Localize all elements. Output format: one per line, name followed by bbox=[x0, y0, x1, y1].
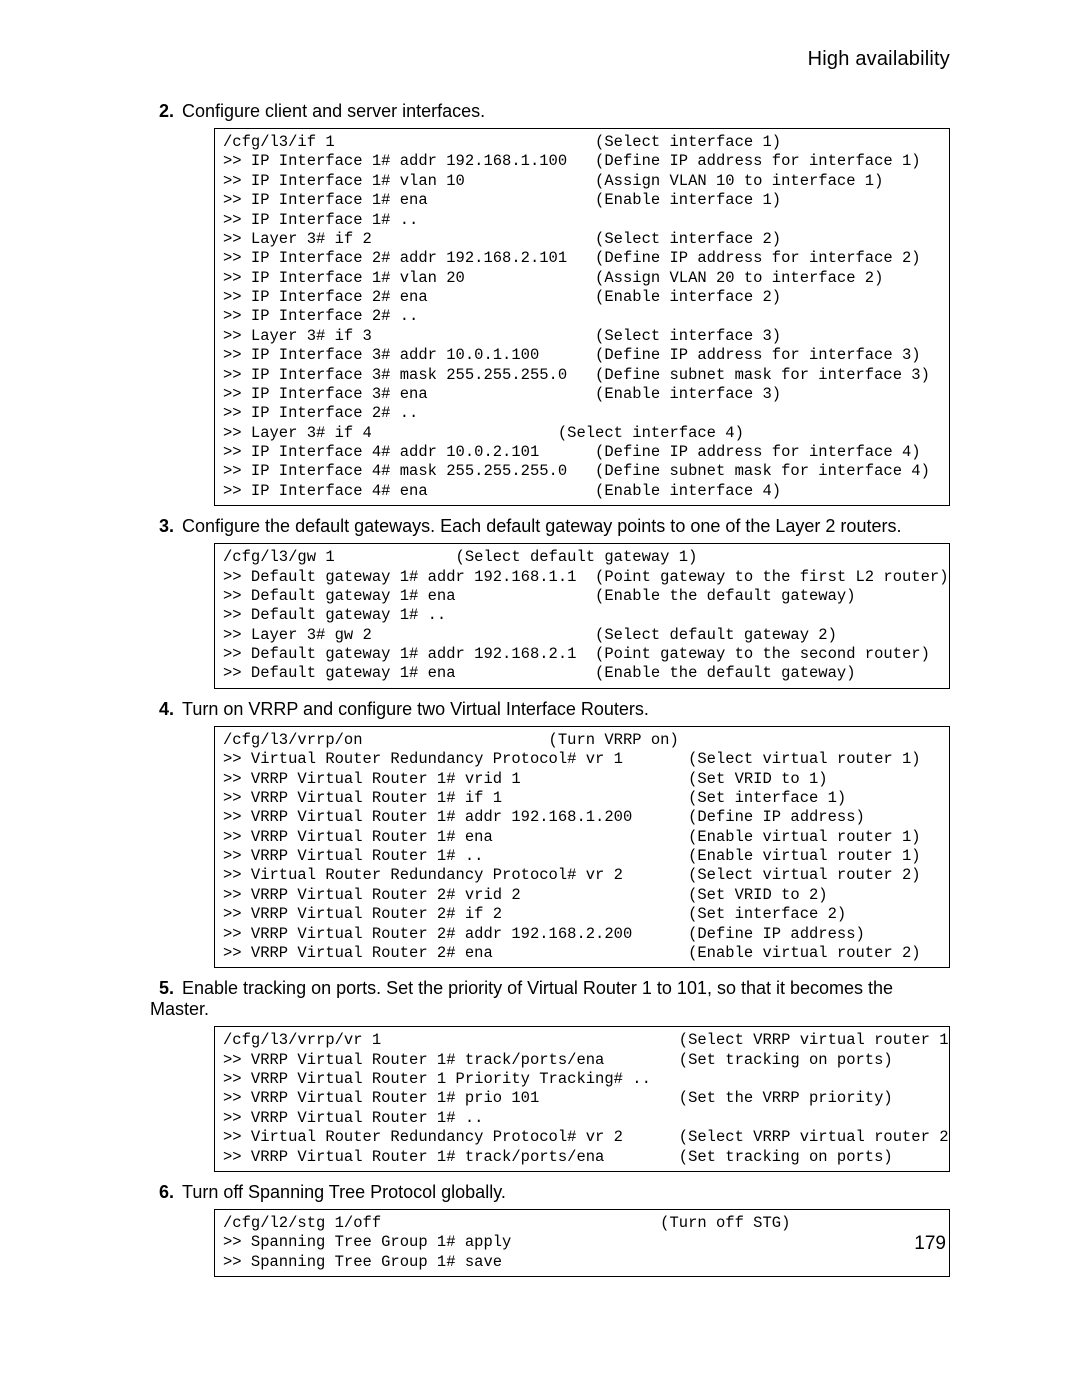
code-line: >> VRRP Virtual Router 1# ena (Enable vi… bbox=[223, 828, 941, 847]
code-line: >> IP Interface 1# vlan 20 (Assign VLAN … bbox=[223, 269, 941, 288]
code-line: >> IP Interface 3# mask 255.255.255.0 (D… bbox=[223, 366, 941, 385]
code-line: >> Virtual Router Redundancy Protocol# v… bbox=[223, 750, 941, 769]
step-number: 4. bbox=[150, 699, 174, 720]
step-number: 3. bbox=[150, 516, 174, 537]
code-line: >> VRRP Virtual Router 2# addr 192.168.2… bbox=[223, 925, 941, 944]
code-line: >> Layer 3# if 3 (Select interface 3) bbox=[223, 327, 941, 346]
code-line: >> VRRP Virtual Router 1# vrid 1 (Set VR… bbox=[223, 770, 941, 789]
code-line: /cfg/l3/if 1 (Select interface 1) bbox=[223, 133, 941, 152]
code-line: >> IP Interface 2# .. bbox=[223, 404, 941, 423]
code-line: >> IP Interface 2# .. bbox=[223, 307, 941, 326]
code-line: >> Default gateway 1# ena (Enable the de… bbox=[223, 664, 941, 683]
code-line: >> IP Interface 1# addr 192.168.1.100 (D… bbox=[223, 152, 941, 171]
code-line: >> IP Interface 3# addr 10.0.1.100 (Defi… bbox=[223, 346, 941, 365]
code-line: >> VRRP Virtual Router 1# if 1 (Set inte… bbox=[223, 789, 941, 808]
section-header: High availability bbox=[150, 48, 950, 71]
code-line: /cfg/l3/gw 1 (Select default gateway 1) bbox=[223, 548, 941, 567]
step: 2. Configure client and server interfaces… bbox=[150, 101, 950, 122]
code-line: >> Default gateway 1# ena (Enable the de… bbox=[223, 587, 941, 606]
step-text: Turn on VRRP and configure two Virtual I… bbox=[182, 699, 649, 719]
code-line: /cfg/l2/stg 1/off (Turn off STG) bbox=[223, 1214, 941, 1233]
code-block: /cfg/l2/stg 1/off (Turn off STG)>> Spann… bbox=[214, 1209, 950, 1277]
code-line: >> VRRP Virtual Router 2# vrid 2 (Set VR… bbox=[223, 886, 941, 905]
code-line: >> VRRP Virtual Router 1 Priority Tracki… bbox=[223, 1070, 941, 1089]
code-line: >> Default gateway 1# addr 192.168.2.1 (… bbox=[223, 645, 941, 664]
steps-container: 2. Configure client and server interfaces… bbox=[150, 101, 950, 1277]
step-text: Turn off Spanning Tree Protocol globally… bbox=[182, 1182, 506, 1202]
code-line: >> IP Interface 4# mask 255.255.255.0 (D… bbox=[223, 462, 941, 481]
code-line: >> VRRP Virtual Router 1# track/ports/en… bbox=[223, 1148, 941, 1167]
step-number: 6. bbox=[150, 1182, 174, 1203]
code-block: /cfg/l3/vrrp/on (Turn VRRP on)>> Virtual… bbox=[214, 726, 950, 969]
step-text: Enable tracking on ports. Set the priori… bbox=[150, 978, 893, 1019]
code-line: >> Spanning Tree Group 1# apply bbox=[223, 1233, 941, 1252]
code-line: /cfg/l3/vrrp/on (Turn VRRP on) bbox=[223, 731, 941, 750]
code-line: >> Spanning Tree Group 1# save bbox=[223, 1253, 941, 1272]
code-line: >> Layer 3# if 2 (Select interface 2) bbox=[223, 230, 941, 249]
code-line: >> Layer 3# gw 2 (Select default gateway… bbox=[223, 626, 941, 645]
code-line: >> Virtual Router Redundancy Protocol# v… bbox=[223, 866, 941, 885]
code-line: >> Layer 3# if 4 (Select interface 4) bbox=[223, 424, 941, 443]
code-line: >> VRRP Virtual Router 1# .. (Enable vir… bbox=[223, 847, 941, 866]
code-block: /cfg/l3/vrrp/vr 1 (Select VRRP virtual r… bbox=[214, 1026, 950, 1172]
step: 5.Enable tracking on ports. Set the prio… bbox=[150, 978, 950, 1020]
code-line: >> VRRP Virtual Router 2# ena (Enable vi… bbox=[223, 944, 941, 963]
code-line: >> Default gateway 1# addr 192.168.1.1 (… bbox=[223, 568, 941, 587]
code-line: >> Virtual Router Redundancy Protocol# v… bbox=[223, 1128, 941, 1147]
code-line: >> VRRP Virtual Router 1# track/ports/en… bbox=[223, 1051, 941, 1070]
code-line: >> IP Interface 1# ena (Enable interface… bbox=[223, 191, 941, 210]
step-number: 5. bbox=[150, 978, 174, 999]
code-block: /cfg/l3/gw 1 (Select default gateway 1)>… bbox=[214, 543, 950, 689]
code-line: >> IP Interface 1# .. bbox=[223, 211, 941, 230]
code-line: >> IP Interface 1# vlan 10 (Assign VLAN … bbox=[223, 172, 941, 191]
code-line: >> VRRP Virtual Router 1# .. bbox=[223, 1109, 941, 1128]
code-line: >> Default gateway 1# .. bbox=[223, 606, 941, 625]
code-line: >> VRRP Virtual Router 2# if 2 (Set inte… bbox=[223, 905, 941, 924]
code-line: >> IP Interface 3# ena (Enable interface… bbox=[223, 385, 941, 404]
code-line: >> IP Interface 4# ena (Enable interface… bbox=[223, 482, 941, 501]
code-line: >> VRRP Virtual Router 1# addr 192.168.1… bbox=[223, 808, 941, 827]
page-number: 179 bbox=[914, 1233, 946, 1255]
step: 6. Turn off Spanning Tree Protocol global… bbox=[150, 1182, 950, 1203]
code-block: /cfg/l3/if 1 (Select interface 1)>> IP I… bbox=[214, 128, 950, 506]
code-line: /cfg/l3/vrrp/vr 1 (Select VRRP virtual r… bbox=[223, 1031, 941, 1050]
step: 3. Configure the default gateways. Each d… bbox=[150, 516, 950, 537]
page: High availability 2. Configure client and… bbox=[0, 0, 1080, 1397]
code-line: >> VRRP Virtual Router 1# prio 101 (Set … bbox=[223, 1089, 941, 1108]
step: 4. Turn on VRRP and configure two Virtual… bbox=[150, 699, 950, 720]
step-text: Configure client and server interfaces. bbox=[182, 101, 485, 121]
code-line: >> IP Interface 4# addr 10.0.2.101 (Defi… bbox=[223, 443, 941, 462]
code-line: >> IP Interface 2# addr 192.168.2.101 (D… bbox=[223, 249, 941, 268]
code-line: >> IP Interface 2# ena (Enable interface… bbox=[223, 288, 941, 307]
step-text: Configure the default gateways. Each def… bbox=[182, 516, 901, 536]
step-number: 2. bbox=[150, 101, 174, 122]
